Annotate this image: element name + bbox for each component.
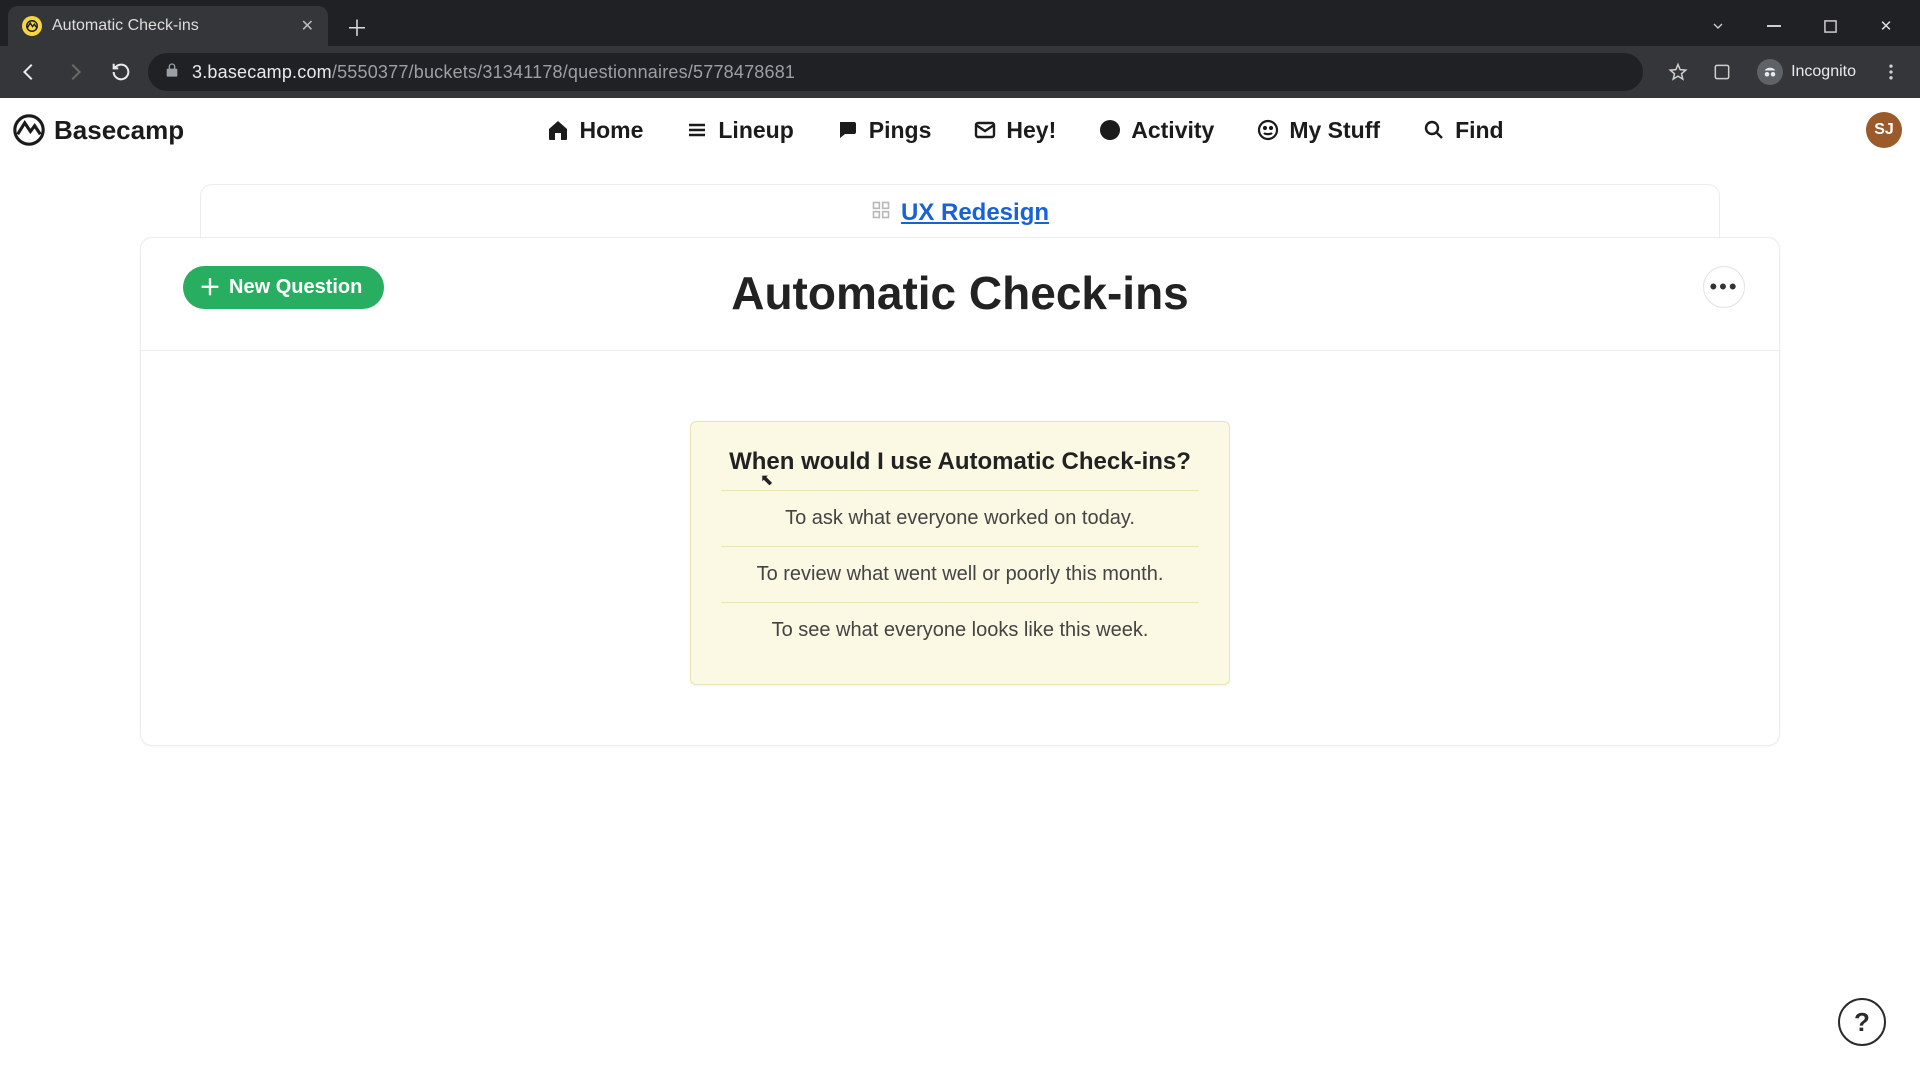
- incognito-indicator[interactable]: Incognito: [1747, 59, 1866, 85]
- tab-title: Automatic Check-ins: [52, 17, 291, 35]
- avatar-initials: SJ: [1874, 121, 1894, 139]
- brand-name: Basecamp: [54, 115, 184, 146]
- title-divider: [141, 350, 1779, 351]
- brand-mark-icon: [12, 113, 46, 147]
- tip-row: To see what everyone looks like this wee…: [721, 603, 1199, 658]
- tip-heading: When would I use Automatic Check-ins?: [721, 448, 1199, 491]
- browser-toolbar: 3.basecamp.com/5550377/buckets/31341178/…: [0, 46, 1920, 98]
- address-bar[interactable]: 3.basecamp.com/5550377/buckets/31341178/…: [148, 53, 1643, 91]
- window-controls: ✕: [1690, 6, 1920, 46]
- maximize-button[interactable]: [1802, 6, 1858, 46]
- tip-row: To review what went well or poorly this …: [721, 547, 1199, 603]
- nav-lineup-label: Lineup: [718, 117, 793, 144]
- reload-button[interactable]: [102, 53, 140, 91]
- hey-icon: [973, 118, 997, 142]
- lineup-icon: [685, 118, 709, 142]
- incognito-label: Incognito: [1791, 63, 1856, 81]
- url-path: /5550377/buckets/31341178/questionnaires…: [332, 62, 795, 82]
- main-card: ＋ New Question ••• Automatic Check-ins W…: [140, 237, 1780, 746]
- pings-icon: [836, 118, 860, 142]
- nav-find-label: Find: [1455, 117, 1504, 144]
- bookmark-icon[interactable]: [1659, 53, 1697, 91]
- nav-mystuff[interactable]: My Stuff: [1256, 117, 1380, 144]
- app-nav: Basecamp Home Lineup Pings Hey! Activity: [0, 98, 1920, 162]
- nav-lineup[interactable]: Lineup: [685, 117, 793, 144]
- grid-icon: [871, 199, 891, 227]
- toolbar-right: Incognito: [1659, 53, 1910, 91]
- minimize-button[interactable]: [1746, 6, 1802, 46]
- extensions-icon[interactable]: [1703, 53, 1741, 91]
- tip-card: When would I use Automatic Check-ins? To…: [690, 421, 1230, 685]
- tab-search-icon[interactable]: [1690, 6, 1746, 46]
- nav-links: Home Lineup Pings Hey! Activity My Stuff: [546, 117, 1503, 144]
- tip-row: To ask what everyone worked on today.: [721, 491, 1199, 547]
- nav-activity-label: Activity: [1131, 117, 1214, 144]
- favicon-icon: [22, 16, 42, 36]
- nav-pings-label: Pings: [869, 117, 932, 144]
- close-window-button[interactable]: ✕: [1858, 6, 1914, 46]
- forward-button[interactable]: [56, 53, 94, 91]
- nav-hey[interactable]: Hey!: [973, 117, 1056, 144]
- avatar[interactable]: SJ: [1866, 112, 1902, 148]
- brand-logo[interactable]: Basecamp: [12, 113, 184, 147]
- new-question-label: New Question: [229, 276, 362, 299]
- url-text: 3.basecamp.com/5550377/buckets/31341178/…: [192, 62, 795, 83]
- mystuff-icon: [1256, 118, 1280, 142]
- nav-home[interactable]: Home: [546, 117, 643, 144]
- page-title: Automatic Check-ins: [171, 266, 1749, 320]
- nav-activity[interactable]: Activity: [1098, 117, 1214, 144]
- more-menu-button[interactable]: •••: [1703, 266, 1745, 308]
- browser-tab[interactable]: Automatic Check-ins ✕: [8, 6, 328, 46]
- activity-icon: [1098, 118, 1122, 142]
- lock-icon: [164, 62, 180, 83]
- nav-home-label: Home: [579, 117, 643, 144]
- kebab-menu-icon[interactable]: [1872, 53, 1910, 91]
- close-tab-icon[interactable]: ✕: [301, 16, 314, 36]
- tab-strip: Automatic Check-ins ✕ ＋ ✕: [0, 0, 1920, 46]
- nav-pings[interactable]: Pings: [836, 117, 932, 144]
- breadcrumb: UX Redesign: [200, 184, 1720, 241]
- incognito-icon: [1757, 59, 1783, 85]
- nav-hey-label: Hey!: [1006, 117, 1056, 144]
- back-button[interactable]: [10, 53, 48, 91]
- new-question-button[interactable]: ＋ New Question: [183, 266, 384, 309]
- breadcrumb-project-link[interactable]: UX Redesign: [871, 199, 1049, 227]
- find-icon: [1422, 118, 1446, 142]
- ellipsis-icon: •••: [1709, 283, 1738, 292]
- nav-find[interactable]: Find: [1422, 117, 1504, 144]
- help-label: ?: [1854, 1007, 1870, 1038]
- new-tab-button[interactable]: ＋: [340, 10, 374, 44]
- browser-chrome: Automatic Check-ins ✕ ＋ ✕ 3.basecamp.com…: [0, 0, 1920, 98]
- nav-mystuff-label: My Stuff: [1289, 117, 1380, 144]
- page-viewport: Basecamp Home Lineup Pings Hey! Activity: [0, 98, 1920, 1080]
- plus-icon: ＋: [199, 277, 221, 299]
- breadcrumb-project-label: UX Redesign: [901, 199, 1049, 227]
- home-icon: [546, 118, 570, 142]
- help-fab[interactable]: ?: [1838, 998, 1886, 1046]
- url-host: 3.basecamp.com: [192, 62, 332, 82]
